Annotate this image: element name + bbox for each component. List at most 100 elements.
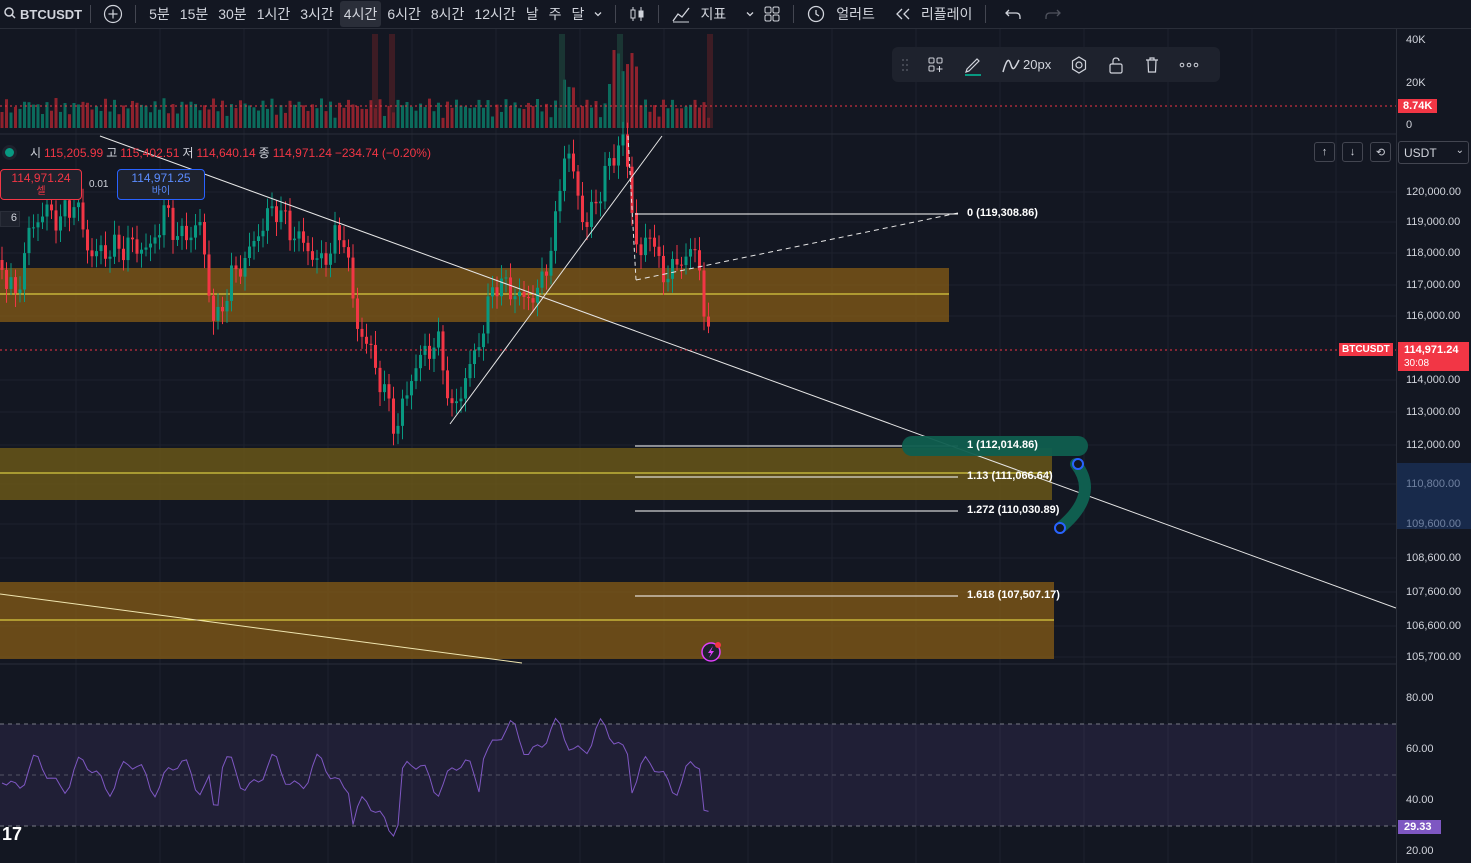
settings-icon[interactable] (1060, 55, 1098, 75)
reset-icon[interactable]: ⟲ (1370, 142, 1391, 162)
timeframe-7[interactable]: 8시간 (427, 1, 469, 27)
timeframe-5[interactable]: 4시간 (339, 1, 382, 27)
candle-body (54, 210, 58, 231)
candle-body (45, 204, 49, 217)
candle-body (239, 269, 242, 277)
candle-body (279, 210, 283, 223)
layout-icon[interactable] (759, 5, 785, 23)
timeframe-9[interactable]: 날 (522, 1, 543, 27)
candle-body (603, 165, 607, 202)
volume-bar (311, 104, 314, 128)
volume-bar (432, 111, 436, 128)
timeframe-8[interactable]: 12시간 (470, 1, 519, 27)
template-icon[interactable] (918, 56, 954, 74)
redo-icon[interactable] (1040, 7, 1066, 21)
indicators-icon[interactable] (667, 5, 695, 23)
chevron-down-icon[interactable] (589, 9, 607, 19)
arrow-up-icon[interactable]: ↑ (1314, 142, 1335, 162)
volume-bar (639, 105, 643, 128)
volume-bar (590, 107, 593, 128)
candles-icon[interactable] (624, 5, 650, 23)
volume-highlight (617, 34, 623, 128)
drawing-toolbar: 20px (892, 47, 1220, 82)
timeframe-1[interactable]: 15분 (176, 1, 212, 27)
volume-bar (176, 113, 179, 128)
volume-bar (131, 100, 134, 128)
plus-circle-icon[interactable] (99, 4, 127, 24)
candle-body (356, 298, 359, 329)
candle-body (612, 158, 616, 166)
volume-bar (567, 86, 571, 128)
sell-label: 셀 (36, 186, 46, 197)
candle-body (522, 291, 526, 297)
indicator-count[interactable]: 6 (0, 211, 20, 227)
drag-icon[interactable] (892, 58, 918, 72)
price-tick: 118,000.00 (1406, 247, 1461, 259)
timeframe-11[interactable]: 달 (568, 1, 589, 27)
volume-bar (18, 108, 22, 128)
trash-icon[interactable] (1134, 55, 1170, 75)
chevron-down-icon[interactable] (741, 9, 759, 19)
volume-bar (684, 106, 688, 128)
volume-bar (495, 104, 499, 128)
candle-body (32, 227, 35, 229)
volume-bar (491, 116, 494, 128)
currency-label: USDT (1404, 146, 1437, 160)
timeframe-0[interactable]: 5분 (145, 1, 174, 27)
candle-body (635, 212, 638, 245)
top-toolbar: BTCUSDT 5분 15분 30분 1시간 3시간 4시간 6시간 8시간 12시간 날 주 달 지… (0, 0, 1471, 29)
symbol-price-tag: BTCUSDT (1339, 343, 1393, 356)
candle-body (162, 205, 166, 236)
volume-bar (653, 105, 656, 128)
pencil-icon[interactable] (954, 54, 992, 76)
volume-bar (576, 107, 580, 128)
candle-body (243, 257, 247, 277)
candle-body (689, 249, 692, 257)
timeframe-6[interactable]: 6시간 (383, 1, 425, 27)
volume-bar (324, 111, 328, 128)
candle-body (662, 255, 665, 283)
volume-bar (9, 112, 13, 128)
candle-body (666, 278, 670, 283)
candle-body (617, 145, 620, 166)
chevron-down-icon: ⌄ (1455, 145, 1464, 156)
line-width-label: 20px (1023, 57, 1052, 72)
volume-bar (113, 99, 116, 128)
order-quantity[interactable]: 0.01 (89, 179, 108, 190)
undo-icon[interactable] (1000, 7, 1026, 21)
price-tick: 108,600.00 (1406, 552, 1462, 564)
timeframe-4[interactable]: 3시간 (296, 1, 338, 27)
volume-highlight (389, 34, 395, 128)
more-icon[interactable] (1170, 62, 1208, 68)
currency-selector[interactable]: USDT ⌄ (1398, 141, 1469, 164)
volume-bar (203, 105, 206, 128)
line-width-icon[interactable]: 20px (992, 56, 1060, 74)
timeframe-2[interactable]: 30분 (214, 1, 250, 27)
indicator-count-label: 6 (10, 212, 17, 224)
candle-body (117, 234, 121, 249)
candle-body (581, 195, 584, 223)
replay-icon[interactable] (890, 7, 916, 21)
candle-body (185, 225, 188, 241)
candle-body (198, 221, 202, 226)
candle-body (347, 247, 350, 258)
candle-body (266, 208, 269, 231)
candle-body (306, 242, 310, 252)
timeframe-3[interactable]: 1시간 (253, 1, 295, 27)
buy-button[interactable]: 114,971.25 바이 (117, 169, 205, 200)
alert-clock-icon[interactable] (802, 4, 830, 24)
high-label: 고 (106, 146, 118, 160)
anchor-handle (1054, 522, 1066, 534)
arrow-down-icon[interactable]: ↓ (1342, 142, 1363, 162)
volume-bar (59, 111, 62, 128)
replay-button[interactable]: 리플레이 (917, 1, 977, 27)
alert-button[interactable]: 얼러트 (832, 1, 879, 27)
volume-bar (234, 108, 238, 128)
indicators-button[interactable]: 지표 (696, 1, 730, 27)
symbol-search[interactable]: BTCUSDT (4, 7, 82, 22)
separator (135, 5, 137, 23)
candle-body (563, 158, 566, 191)
sell-button[interactable]: 114,971.24 셀 (0, 169, 82, 200)
lock-icon[interactable] (1098, 55, 1134, 75)
timeframe-10[interactable]: 주 (545, 1, 566, 27)
